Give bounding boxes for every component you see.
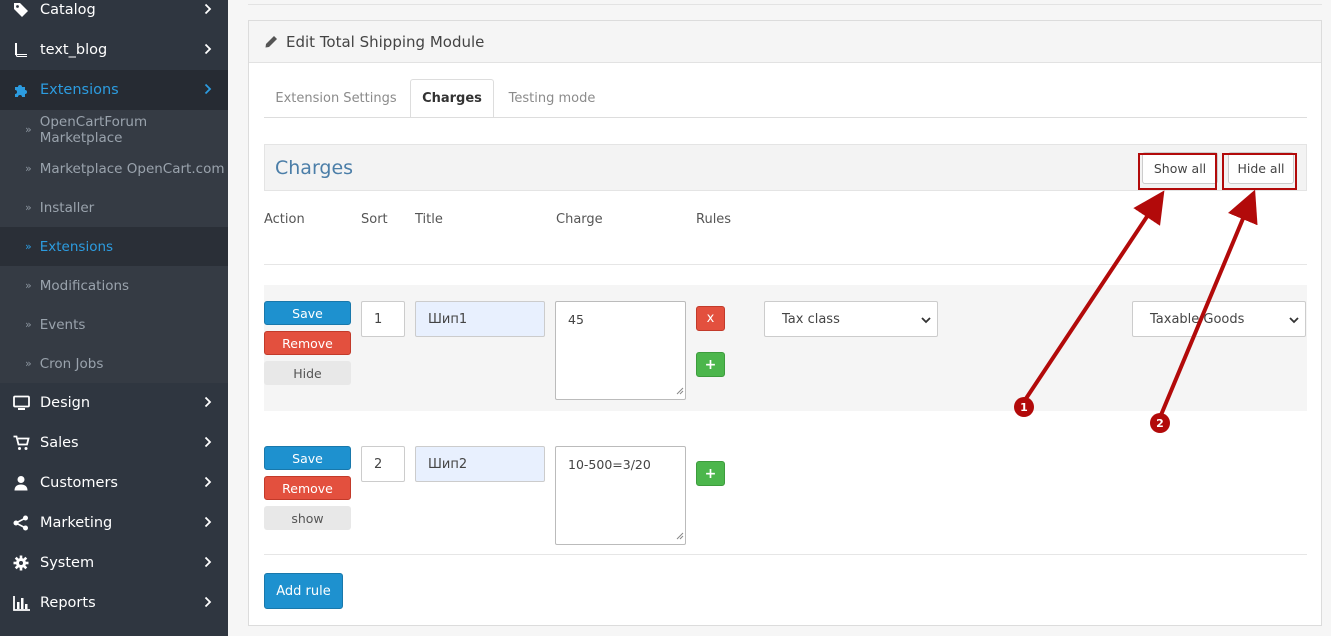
sidebar-item-label: Marketing [40,515,113,531]
sidebar-item-extensions[interactable]: Extensions [0,70,228,110]
sidebar-item-label: Design [40,395,91,411]
share-icon [12,515,30,531]
add-rule-plus-button[interactable]: + [696,461,725,486]
gear-icon [12,555,30,571]
double-chevron-icon: » [25,123,32,136]
sidebar-item-system[interactable]: System [0,543,228,583]
double-chevron-icon: » [25,279,32,292]
chevron-right-icon [204,516,212,532]
add-rule-plus-button[interactable]: + [696,352,725,377]
sidebar-item-label: System [40,555,95,571]
double-chevron-icon: » [25,201,32,214]
title-input[interactable]: Шип2 [415,446,545,482]
sidebar-item-catalog[interactable]: Catalog [0,0,228,30]
pencil-icon [264,35,278,49]
tab-charges[interactable]: Charges [410,79,494,118]
charge-textarea[interactable]: 10-500=3/20 [555,446,686,545]
sidebar-item-text-blog[interactable]: text_blog [0,30,228,70]
tax-class-select[interactable]: Tax class [764,301,938,337]
panel-heading: Edit Total Shipping Module [249,21,1321,63]
hide-all-callout-box [1222,153,1297,190]
sort-input[interactable]: 2 [361,446,405,482]
column-header-sort: Sort [361,212,388,227]
sidebar-item-label: Catalog [40,2,96,18]
add-rule-button[interactable]: Add rule [264,573,343,609]
chevron-right-icon [204,3,212,19]
show-button[interactable]: show [264,506,351,530]
chevron-right-icon [204,83,212,99]
resize-grip-icon [676,383,684,398]
remove-rule-button[interactable]: x [696,306,725,331]
column-header-charge: Charge [556,212,603,227]
cart-icon [12,435,30,451]
remove-button[interactable]: Remove [264,331,351,355]
tab-extension-settings[interactable]: Extension Settings [266,79,406,118]
chevron-down-icon [921,314,931,329]
sidebar-item-customers[interactable]: Customers [0,463,228,503]
sidebar-item-label: Sales [40,435,79,451]
panel-title: Edit Total Shipping Module [286,32,485,51]
sidebar-item-label: Customers [40,475,118,491]
charges-heading: Charges [275,157,354,179]
sidebar-item-label: Extensions [40,82,119,98]
sidebar-item-reports[interactable]: Reports [0,583,228,623]
user-icon [12,475,30,491]
tab-divider [264,117,1307,118]
column-header-action: Action [264,212,305,227]
sidebar-subitem-cron-jobs[interactable]: » Cron Jobs [0,344,228,383]
puzzle-icon [12,82,30,98]
sidebar-subitem-installer[interactable]: » Installer [0,188,228,227]
sidebar-subitem-opencartforum-marketplace[interactable]: » OpenCartForum Marketplace [0,110,228,149]
sidebar-subitem-marketplace-opencart[interactable]: » Marketplace OpenCart.com [0,149,228,188]
monitor-icon [12,395,30,411]
chevron-right-icon [204,436,212,452]
sidebar-item-label: text_blog [40,42,108,58]
sort-input[interactable]: 1 [361,301,405,337]
taxable-goods-select[interactable]: Taxable Goods [1132,301,1306,337]
charge-textarea[interactable]: 45 [555,301,686,400]
sidebar: Catalog text_blog Extensions » OpenCartF… [0,0,228,636]
sidebar-subitem-events[interactable]: » Events [0,305,228,344]
bar-chart-icon [12,595,30,611]
divider [248,4,1322,5]
tab-testing-mode[interactable]: Testing mode [500,79,604,118]
hide-button[interactable]: Hide [264,361,351,385]
double-chevron-icon: » [25,357,32,370]
chevron-down-icon [1289,314,1299,329]
chevron-right-icon [204,396,212,412]
chevron-right-icon [204,476,212,492]
double-chevron-icon: » [25,240,32,253]
edit-module-panel: Edit Total Shipping Module Extension Set… [248,20,1322,626]
column-header-rules: Rules [696,212,732,227]
save-button[interactable]: Save [264,446,351,470]
sidebar-item-marketing[interactable]: Marketing [0,503,228,543]
sidebar-item-sales[interactable]: Sales [0,423,228,463]
remove-button[interactable]: Remove [264,476,351,500]
sidebar-subitem-modifications[interactable]: » Modifications [0,266,228,305]
book-icon [12,42,30,58]
chevron-right-icon [204,596,212,612]
title-input[interactable]: Шип1 [415,301,545,337]
tag-icon [12,2,30,18]
double-chevron-icon: » [25,162,32,175]
sidebar-item-label: Reports [40,595,96,611]
show-all-callout-box [1138,153,1217,190]
save-button[interactable]: Save [264,301,351,325]
chevron-right-icon [204,556,212,572]
row-divider [264,554,1307,555]
sidebar-item-design[interactable]: Design [0,383,228,423]
row-divider [264,264,1307,265]
chevron-right-icon [204,43,212,59]
resize-grip-icon [676,528,684,543]
double-chevron-icon: » [25,318,32,331]
column-header-title: Title [415,212,443,227]
sidebar-subitem-extensions[interactable]: » Extensions [0,227,228,266]
